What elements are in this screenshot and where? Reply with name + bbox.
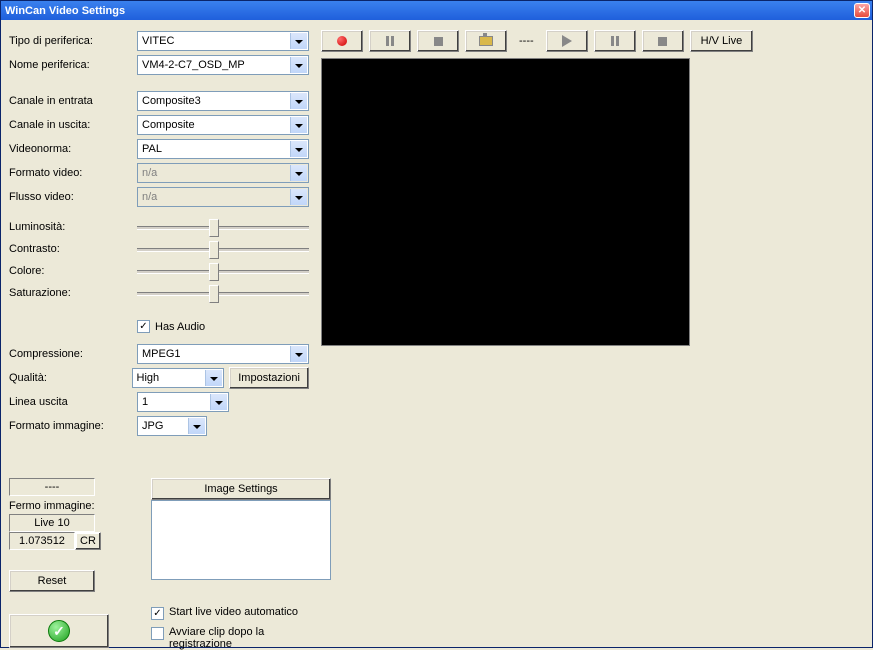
settings-button-label: Impostazioni xyxy=(238,372,300,384)
device-name-label: Nome periferica: xyxy=(9,59,137,71)
pause-play-button[interactable] xyxy=(594,30,636,52)
line-out-label: Linea uscita xyxy=(9,396,137,408)
start-live-auto-check-icon: ✓ xyxy=(153,609,161,619)
brightness-slider[interactable] xyxy=(137,217,309,237)
video-format-select: n/a xyxy=(137,163,309,183)
status-dash: ---- xyxy=(9,478,95,496)
title-bar: WinCan Video Settings ✕ xyxy=(1,1,872,20)
close-button[interactable]: ✕ xyxy=(854,3,870,18)
image-settings-button[interactable]: Image Settings xyxy=(151,478,331,500)
live10-box: Live 10 xyxy=(9,514,95,532)
video-format-label: Formato video: xyxy=(9,167,137,179)
reset-button-label: Reset xyxy=(38,575,67,587)
channel-in-value: Composite3 xyxy=(142,95,201,107)
has-audio-checkbox[interactable]: ✓ xyxy=(137,320,150,333)
color-label: Colore: xyxy=(9,265,137,277)
freeze-image-label: Fermo immagine: xyxy=(9,500,109,512)
stop-record-button[interactable] xyxy=(417,30,459,52)
play-button[interactable] xyxy=(546,30,588,52)
quality-value: High xyxy=(137,372,160,384)
stop-icon xyxy=(658,37,667,46)
channel-in-select[interactable]: Composite3 xyxy=(137,91,309,111)
video-stream-value: n/a xyxy=(142,191,157,203)
toolbar: ---- H/V Live xyxy=(321,28,864,54)
start-live-auto-checkbox[interactable]: ✓ xyxy=(151,607,164,620)
pause-record-button[interactable] xyxy=(369,30,411,52)
image-format-select[interactable]: JPG xyxy=(137,416,207,436)
video-preview xyxy=(321,58,690,346)
color-slider[interactable] xyxy=(137,261,309,281)
hv-live-button[interactable]: H/V Live xyxy=(690,30,754,52)
image-format-label: Formato immagine: xyxy=(9,420,137,432)
device-name-value: VM4-2-C7_OSD_MP xyxy=(142,59,245,71)
image-settings-label: Image Settings xyxy=(204,483,277,495)
contrast-label: Contrasto: xyxy=(9,243,137,255)
compression-select[interactable]: MPEG1 xyxy=(137,344,309,364)
start-clip-after-checkbox[interactable] xyxy=(151,627,164,640)
pause-icon xyxy=(611,36,619,46)
ok-check-icon: ✓ xyxy=(48,620,70,642)
compression-label: Compressione: xyxy=(9,348,137,360)
pause-icon xyxy=(386,36,394,46)
toolbar-dash: ---- xyxy=(513,35,540,47)
window-title: WinCan Video Settings xyxy=(5,5,125,17)
channel-in-label: Canale in entrata xyxy=(9,95,137,107)
contrast-slider[interactable] xyxy=(137,239,309,259)
camera-icon xyxy=(479,36,493,46)
device-name-select[interactable]: VM4-2-C7_OSD_MP xyxy=(137,55,309,75)
play-icon xyxy=(562,35,572,47)
start-clip-after-label: Avviare clip dopo la registrazione xyxy=(169,626,329,650)
cr-button[interactable]: CR xyxy=(75,532,101,550)
quality-label: Qualità: xyxy=(9,372,132,384)
record-icon xyxy=(337,36,347,46)
video-stream-select: n/a xyxy=(137,187,309,207)
compression-value: MPEG1 xyxy=(142,348,181,360)
image-notes-textarea[interactable] xyxy=(151,500,331,580)
settings-button[interactable]: Impostazioni xyxy=(229,367,309,389)
ratio-box: 1.073512 xyxy=(9,532,75,550)
reset-button[interactable]: Reset xyxy=(9,570,95,592)
image-format-value: JPG xyxy=(142,420,163,432)
videonorm-value: PAL xyxy=(142,143,162,155)
videonorm-select[interactable]: PAL xyxy=(137,139,309,159)
channel-out-value: Composite xyxy=(142,119,195,131)
device-type-select[interactable]: VITEC xyxy=(137,31,309,51)
videonorm-label: Videonorma: xyxy=(9,143,137,155)
brightness-label: Luminosità: xyxy=(9,221,137,233)
device-type-label: Tipo di periferica: xyxy=(9,35,137,47)
channel-out-label: Canale in uscita: xyxy=(9,119,137,131)
quality-select[interactable]: High xyxy=(132,368,224,388)
saturation-label: Saturazione: xyxy=(9,287,137,299)
ok-button[interactable]: ✓ xyxy=(9,614,109,648)
video-format-value: n/a xyxy=(142,167,157,179)
hv-live-label: H/V Live xyxy=(701,35,743,47)
line-out-select[interactable]: 1 xyxy=(137,392,229,412)
saturation-slider[interactable] xyxy=(137,283,309,303)
channel-out-select[interactable]: Composite xyxy=(137,115,309,135)
start-live-auto-label: Start live video automatico xyxy=(169,606,298,618)
line-out-value: 1 xyxy=(142,396,148,408)
video-stream-label: Flusso video: xyxy=(9,191,137,203)
stop-play-button[interactable] xyxy=(642,30,684,52)
has-audio-check-icon: ✓ xyxy=(139,322,147,332)
has-audio-label: Has Audio xyxy=(155,321,205,333)
record-button[interactable] xyxy=(321,30,363,52)
device-type-value: VITEC xyxy=(142,35,174,47)
snapshot-button[interactable] xyxy=(465,30,507,52)
stop-icon xyxy=(434,37,443,46)
